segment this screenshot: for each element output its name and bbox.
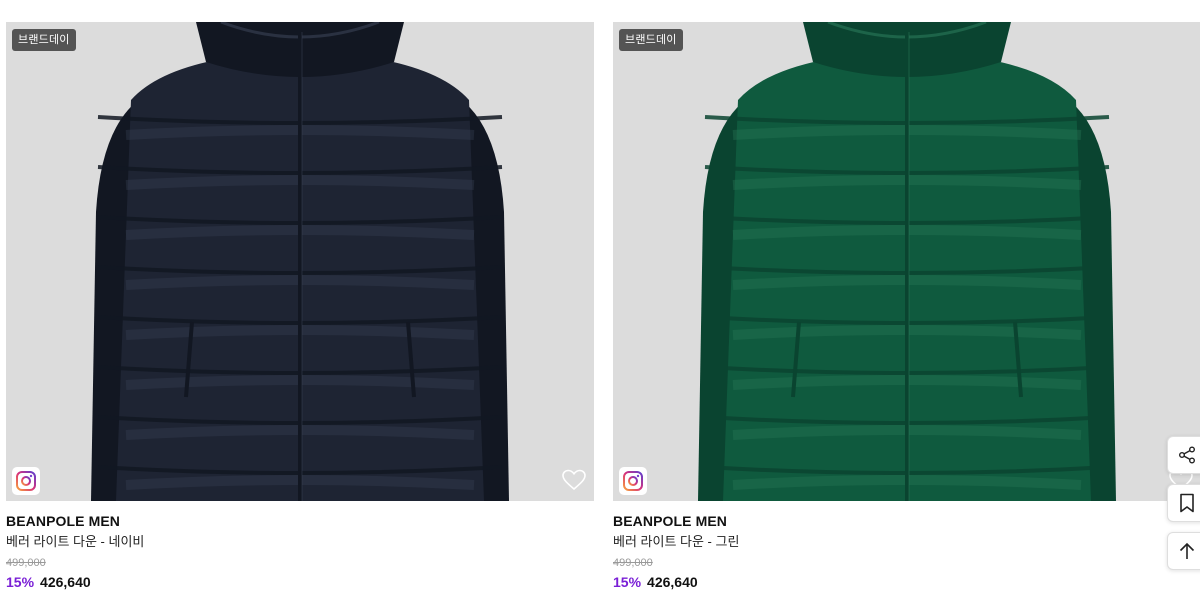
- jacket-image: [698, 22, 1116, 501]
- product-card[interactable]: 브랜드데이 BEAN: [6, 22, 594, 591]
- scroll-top-button[interactable]: [1167, 532, 1200, 570]
- discount-rate: 15%: [613, 574, 642, 590]
- product-card[interactable]: 브랜드데이 BEAN: [613, 22, 1200, 591]
- product-grid: 브랜드데이 BEANPOLE MEN 베러 라이트 다운 - 네이비 499,0…: [0, 0, 1200, 603]
- share-icon: [1179, 446, 1195, 464]
- arrow-up-icon: [1179, 542, 1195, 559]
- sale-price: 426,640: [40, 574, 91, 590]
- sale-price: 426,640: [647, 574, 698, 590]
- product-image[interactable]: 브랜드데이: [613, 22, 1200, 501]
- share-button[interactable]: [1167, 436, 1200, 474]
- discount-rate: 15%: [6, 574, 35, 590]
- instagram-icon[interactable]: [12, 467, 40, 495]
- original-price: 499,000: [6, 557, 46, 569]
- event-badge: 브랜드데이: [12, 29, 76, 51]
- instagram-icon[interactable]: [619, 467, 647, 495]
- bookmark-button[interactable]: [1167, 484, 1200, 522]
- heart-icon[interactable]: [562, 469, 586, 491]
- original-price: 499,000: [613, 557, 653, 569]
- product-image[interactable]: 브랜드데이: [6, 22, 594, 501]
- brand-name[interactable]: BEANPOLE MEN: [6, 512, 594, 530]
- jacket-image: [91, 22, 509, 501]
- price-row: 15% 426,640: [613, 573, 1200, 591]
- price-row: 15% 426,640: [6, 573, 594, 591]
- brand-name[interactable]: BEANPOLE MEN: [613, 512, 1200, 530]
- bookmark-icon: [1180, 493, 1194, 513]
- floating-actions: [1167, 436, 1200, 580]
- event-badge: 브랜드데이: [619, 29, 683, 51]
- product-name[interactable]: 베러 라이트 다운 - 그린: [613, 533, 1200, 551]
- product-name[interactable]: 베러 라이트 다운 - 네이비: [6, 533, 594, 551]
